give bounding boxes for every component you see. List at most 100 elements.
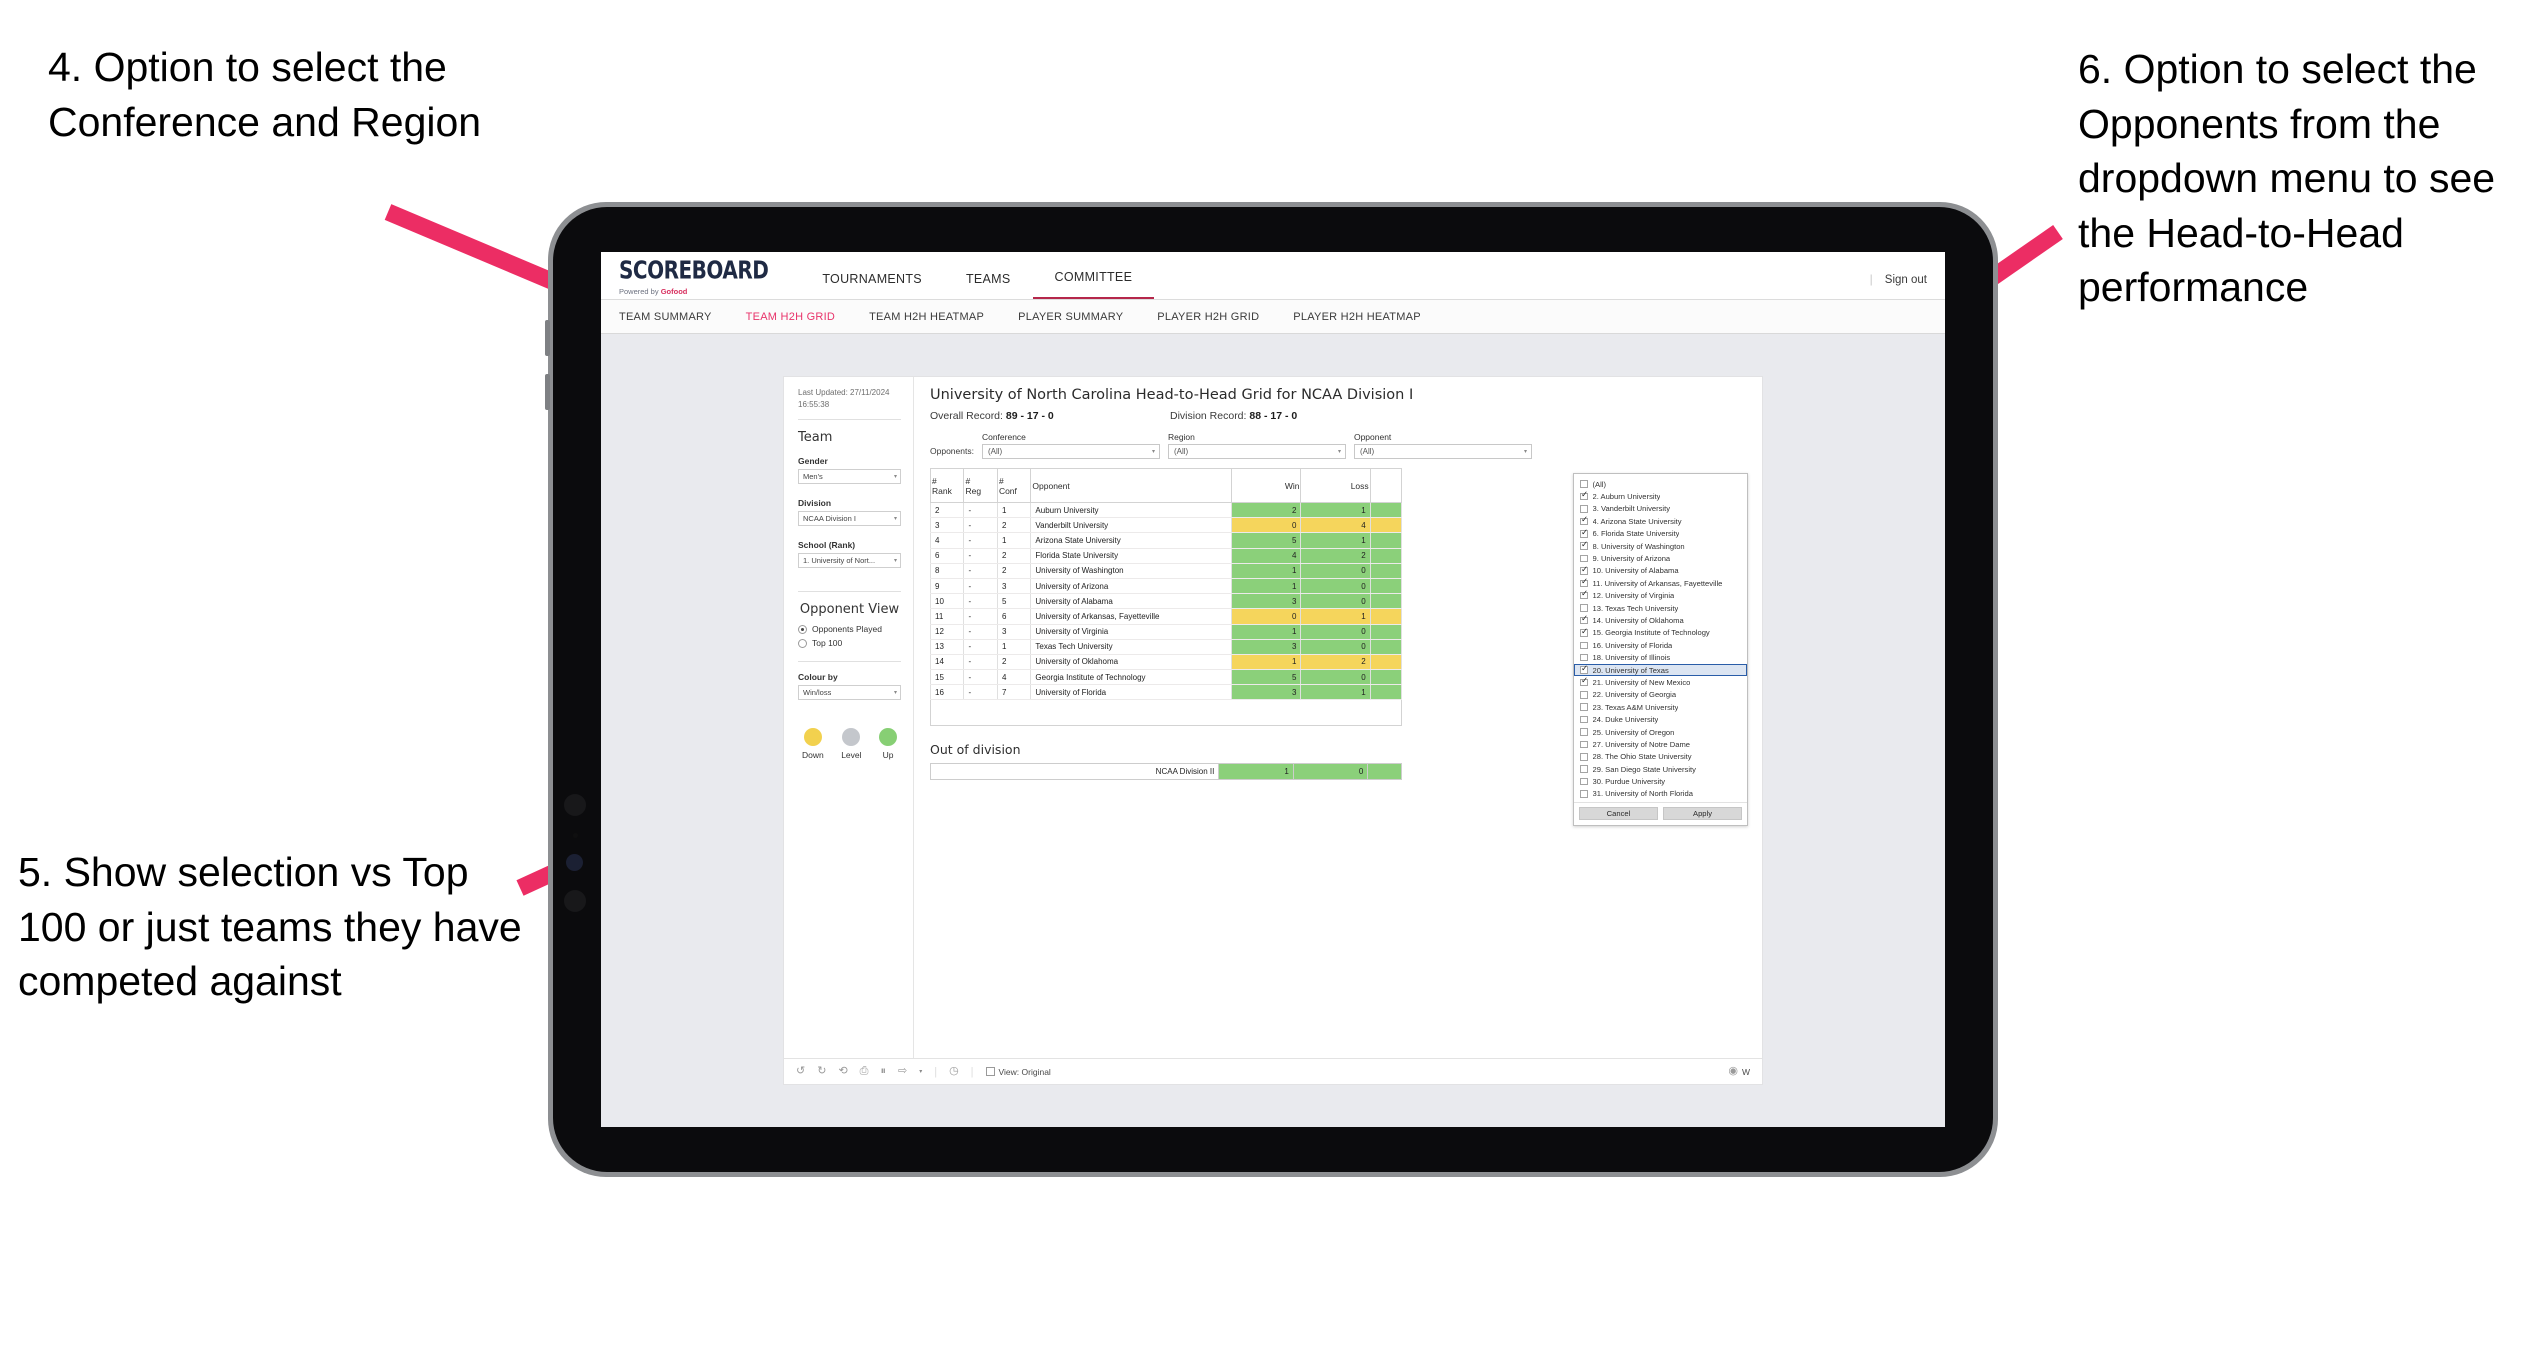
checkbox-icon[interactable]: [1580, 627, 1588, 637]
undo-icon[interactable]: ↺: [796, 1066, 805, 1077]
subnav-player-h2h-heatmap[interactable]: PLAYER H2H HEATMAP: [1293, 311, 1421, 323]
dropdown-item[interactable]: 9. University of Arizona: [1574, 552, 1747, 564]
checkbox-icon[interactable]: [1580, 540, 1588, 550]
dropdown-item[interactable]: 25. University of Oregon: [1574, 726, 1747, 738]
subnav-team-summary[interactable]: TEAM SUMMARY: [619, 311, 712, 323]
dropdown-item[interactable]: 29. San Diego State University: [1574, 763, 1747, 775]
app-logo[interactable]: SCOREBOARD Powered by Gofood: [619, 257, 769, 299]
table-row[interactable]: 4-1 Arizona State University 5 1: [929, 532, 1403, 549]
checkbox-icon[interactable]: [1580, 653, 1588, 662]
table-row[interactable]: 13-1 Texas Tech University 3 0: [929, 639, 1403, 655]
dropdown-item[interactable]: (All): [1574, 478, 1747, 490]
checkbox-icon[interactable]: [1580, 691, 1588, 699]
table-row[interactable]: 6-2 Florida State University 4 2: [929, 548, 1403, 564]
th-rank[interactable]: # Rank: [929, 468, 965, 503]
checkbox-icon[interactable]: [1580, 528, 1588, 538]
dropdown-item[interactable]: 18. University of Illinois: [1574, 651, 1747, 663]
revert-icon[interactable]: ⟲: [838, 1066, 847, 1077]
dropdown-item[interactable]: 3. Vanderbilt University: [1574, 503, 1747, 515]
division-select[interactable]: NCAA Division I ▾: [798, 511, 901, 527]
checkbox-icon[interactable]: [1580, 505, 1588, 513]
out-of-division-row[interactable]: NCAA Division II 1 0: [929, 763, 1402, 781]
checkbox-icon[interactable]: [1580, 565, 1588, 575]
dropdown-item[interactable]: 2. Auburn University: [1574, 490, 1747, 502]
table-row[interactable]: 3-2 Vanderbilt University 0 4: [929, 517, 1403, 534]
table-row[interactable]: 15-4 Georgia Institute of Technology 5 0: [929, 669, 1403, 686]
nav-teams[interactable]: TEAMS: [944, 272, 1033, 299]
table-row[interactable]: 11-6 University of Arkansas, Fayetteville…: [929, 608, 1403, 625]
dropdown-item[interactable]: 23. Texas A&M University: [1574, 701, 1747, 713]
dropdown-item[interactable]: 30. Purdue University: [1574, 775, 1747, 787]
dropdown-item[interactable]: 21. University of New Mexico: [1574, 676, 1747, 688]
opponent-select[interactable]: (All) ▾: [1353, 444, 1532, 459]
checkbox-icon[interactable]: [1580, 614, 1588, 625]
subnav-player-h2h-grid[interactable]: PLAYER H2H GRID: [1157, 311, 1259, 323]
region-select[interactable]: (All) ▾: [1167, 444, 1346, 459]
table-row[interactable]: 12-3 University of Virginia 1 0: [929, 624, 1403, 640]
watch-control[interactable]: ◉ W: [1728, 1066, 1750, 1077]
opponent-dropdown-list[interactable]: (All) 2. Auburn University 3. Vanderbilt U…: [1574, 474, 1747, 802]
checkbox-icon[interactable]: [1580, 676, 1588, 687]
th-reg[interactable]: # Reg: [963, 468, 998, 503]
volume-down-button[interactable]: [545, 374, 550, 410]
dropdown-item[interactable]: 8. University of Washington: [1574, 540, 1747, 552]
conference-select[interactable]: (All) ▾: [981, 444, 1160, 459]
checkbox-icon[interactable]: [1580, 715, 1588, 724]
table-row[interactable]: 14-2 University of Oklahoma 1 2: [929, 654, 1403, 671]
apply-button[interactable]: Apply: [1663, 807, 1742, 821]
signout-link[interactable]: Sign out: [1885, 274, 1927, 286]
checkbox-icon[interactable]: [1580, 777, 1588, 786]
checkbox-icon[interactable]: [1580, 554, 1588, 563]
th-loss[interactable]: Loss: [1300, 468, 1371, 503]
th-conf[interactable]: # Conf: [996, 468, 1032, 503]
dropdown-item[interactable]: 13. Texas Tech University: [1574, 602, 1747, 614]
radio-opponents-played[interactable]: Opponents Played: [798, 624, 901, 634]
dropdown-item[interactable]: 12. University of Virginia: [1574, 590, 1747, 602]
dropdown-item[interactable]: 14. University of Oklahoma: [1574, 614, 1747, 626]
dropdown-item[interactable]: 20. University of Texas: [1574, 663, 1747, 677]
dropdown-item[interactable]: 6. Florida State University: [1574, 528, 1747, 540]
opponent-dropdown-menu[interactable]: (All) 2. Auburn University 3. Vanderbilt U…: [1573, 473, 1748, 827]
checkbox-icon[interactable]: [1580, 577, 1588, 588]
checkbox-icon[interactable]: [1580, 515, 1588, 526]
checkbox-icon[interactable]: [1580, 703, 1588, 711]
subnav-team-h2h-heatmap[interactable]: TEAM H2H HEATMAP: [869, 311, 984, 323]
checkbox-icon[interactable]: [1580, 664, 1588, 674]
subnav-team-h2h-grid[interactable]: TEAM H2H GRID: [746, 311, 835, 323]
dropdown-item[interactable]: 10. University of Alabama: [1574, 565, 1747, 577]
checkbox-icon[interactable]: [1580, 480, 1588, 488]
chevron-down-icon[interactable]: ▾: [919, 1068, 922, 1075]
checkbox-icon[interactable]: [1580, 765, 1588, 773]
volume-up-button[interactable]: [545, 320, 550, 356]
dropdown-item[interactable]: 22. University of Georgia: [1574, 689, 1747, 701]
dropdown-item[interactable]: 31. University of North Florida: [1574, 788, 1747, 800]
dropdown-item[interactable]: 4. Arizona State University: [1574, 515, 1747, 527]
checkbox-icon[interactable]: [1580, 490, 1588, 501]
redo-icon[interactable]: ↻: [817, 1066, 826, 1077]
dropdown-item[interactable]: 11. University of Arkansas, Fayetteville: [1574, 577, 1747, 589]
table-row[interactable]: 9-3 University of Arizona 1 0: [929, 578, 1403, 595]
table-row[interactable]: 10-5 University of Alabama 3 0: [929, 593, 1403, 610]
table-row[interactable]: 2-1 Auburn University 2 1: [929, 502, 1403, 519]
colour-by-select[interactable]: Win/loss ▾: [798, 685, 901, 701]
checkbox-icon[interactable]: [1580, 604, 1588, 612]
checkbox-icon[interactable]: [1580, 590, 1588, 600]
history-icon[interactable]: ◷: [949, 1066, 959, 1077]
th-opponent[interactable]: Opponent: [1030, 468, 1233, 503]
subnav-player-summary[interactable]: PLAYER SUMMARY: [1018, 311, 1123, 323]
gender-select[interactable]: Men's ▾: [798, 469, 901, 485]
nav-tournaments[interactable]: TOURNAMENTS: [800, 272, 944, 299]
radio-top-100[interactable]: Top 100: [798, 638, 901, 648]
cancel-button[interactable]: Cancel: [1579, 807, 1658, 821]
table-row[interactable]: 16-7 University of Florida 3 1: [929, 684, 1403, 701]
share-icon[interactable]: ⇨: [898, 1066, 907, 1077]
dropdown-item[interactable]: 24. Duke University: [1574, 713, 1747, 725]
dropdown-item[interactable]: 27. University of Notre Dame: [1574, 738, 1747, 750]
checkbox-icon[interactable]: [1580, 790, 1588, 798]
dropdown-item[interactable]: 28. The Ohio State University: [1574, 751, 1747, 763]
dropdown-item[interactable]: 15. Georgia Institute of Technology: [1574, 627, 1747, 639]
nav-committee[interactable]: COMMITTEE: [1032, 270, 1155, 299]
table-row[interactable]: 8-2 University of Washington 1 0: [929, 563, 1403, 579]
checkbox-icon[interactable]: [1580, 641, 1588, 650]
view-selector[interactable]: View: Original: [985, 1067, 1051, 1077]
